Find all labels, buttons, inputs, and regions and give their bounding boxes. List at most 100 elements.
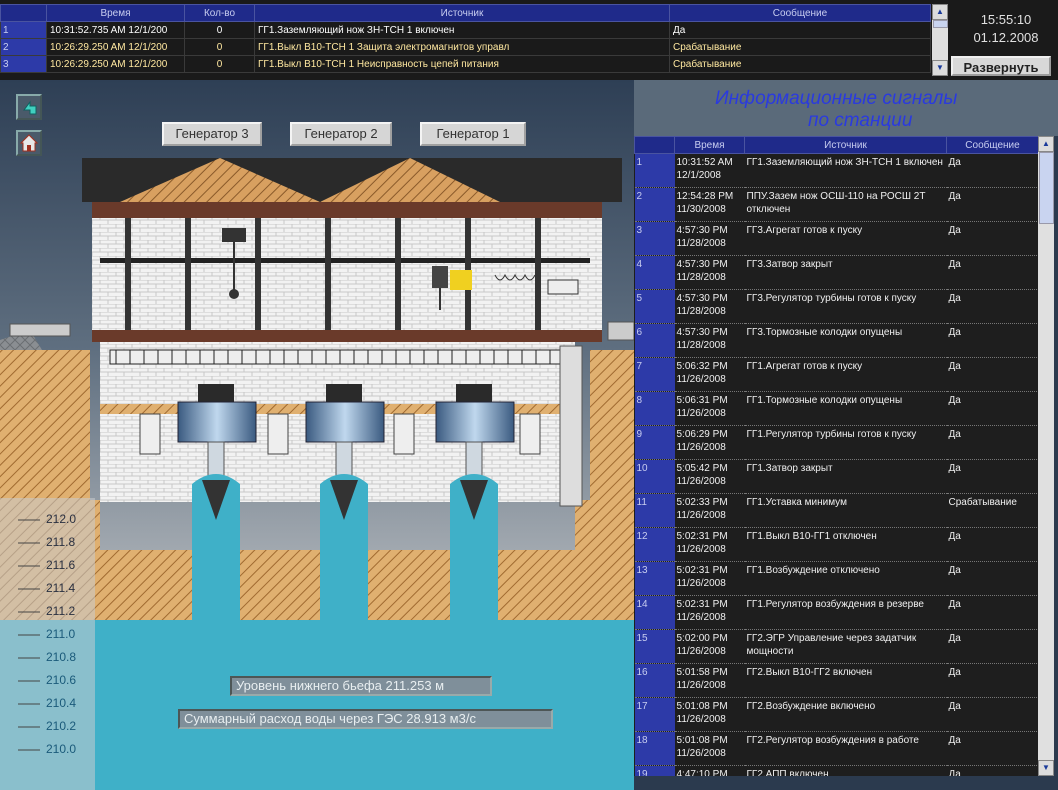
alarm-row-time: 10:26:29.250 AM 12/1/200 xyxy=(46,55,185,73)
info-row[interactable]: 13 5:02:31 PM 11/26/2008 ГГ1.Возбуждение от… xyxy=(634,561,1038,596)
alarm-header-message[interactable]: Сообщение xyxy=(669,4,931,22)
info-row[interactable]: 194:47:10 PM11/26/2008ГГ2.АПП включенДа xyxy=(634,765,1038,776)
back-button[interactable] xyxy=(16,94,42,120)
clock-time: 15:55:10 xyxy=(980,12,1032,27)
alarm-row-message: Срабатывание xyxy=(669,55,931,73)
info-row-time: 4:47:10 PM11/26/2008 xyxy=(674,765,745,776)
alarm-row-count: 0 xyxy=(184,38,255,56)
info-row-time: 12:54:28 PM 11/30/2008 xyxy=(674,187,745,222)
info-row-time-value: 4:47:10 PM xyxy=(676,769,728,776)
info-row[interactable]: 3 4:57:30 PM 11/28/2008 ГГ3.Агрегат готов к… xyxy=(634,221,1038,256)
info-row[interactable]: 10 5:05:42 PM 11/26/2008 ГГ1.Затвор закрыт Д… xyxy=(634,459,1038,494)
info-row[interactable]: 17 5:01:08 PM 11/26/2008 ГГ2.Возбуждение вк… xyxy=(634,697,1038,732)
info-row-date-value: 11/28/2008 xyxy=(676,272,726,283)
info-row-time: 10:31:52 AM 12/1/2008 xyxy=(674,153,745,188)
water-scale-label: 210.4 xyxy=(46,696,77,710)
info-scrollbar[interactable]: ▲ ▼ xyxy=(1038,136,1054,776)
info-row-num: 10 xyxy=(634,459,675,494)
info-row-time: 5:06:31 PM 11/26/2008 xyxy=(674,391,745,426)
info-row-message: Да xyxy=(946,595,1038,630)
info-row-num: 12 xyxy=(634,527,675,562)
total-flow-readout: Суммарный расход воды через ГЭС 28.913 м… xyxy=(178,709,553,729)
water-scale-label: 210.8 xyxy=(46,650,77,664)
alarm-row-message: Срабатывание xyxy=(669,38,931,56)
info-header-source[interactable]: Источник xyxy=(744,136,947,154)
alarm-scrollbar[interactable]: ▲ ▼ xyxy=(932,4,948,76)
water-scale-label: 211.4 xyxy=(46,581,76,595)
info-row-message: Да xyxy=(946,561,1038,596)
info-row-time: 5:02:31 PM 11/26/2008 xyxy=(674,595,745,630)
info-row[interactable]: 1 10:31:52 AM 12/1/2008 ГГ1.Заземляющий нож… xyxy=(634,153,1038,188)
alarm-row[interactable]: 1 10:31:52.735 AM 12/1/200 0 ГГ1.Заземляющи… xyxy=(0,21,931,39)
info-panel-subtitle: по станции xyxy=(808,110,913,131)
alarm-strip: Время Кол-во Источник Сообщение 1 10:31:5… xyxy=(0,0,1058,80)
info-header-message[interactable]: Сообщение xyxy=(946,136,1038,154)
info-row-num: 18 xyxy=(634,731,675,766)
info-row-message: Да xyxy=(946,221,1038,256)
scroll-thumb[interactable] xyxy=(1039,152,1054,224)
info-row-message: Да xyxy=(946,629,1038,664)
water-scale-label: 211.8 xyxy=(46,535,76,549)
info-row-source: ГГ2.Выкл В10-ГГ2 включен xyxy=(744,663,947,698)
clock-date: 01.12.2008 xyxy=(973,30,1039,45)
info-row-message: Да xyxy=(946,357,1038,392)
info-row-num: 5 xyxy=(634,289,675,324)
info-row-time: 5:06:29 PM 11/26/2008 xyxy=(674,425,745,460)
info-row-num: 6 xyxy=(634,323,675,358)
info-row-num: 7 xyxy=(634,357,675,392)
info-row[interactable]: 6 4:57:30 PM 11/28/2008 ГГ3.Тормозные колод… xyxy=(634,323,1038,358)
info-row-message: Да xyxy=(946,187,1038,222)
alarm-header-count[interactable]: Кол-во xyxy=(184,4,255,22)
generator-3-button[interactable]: Генератор 3 xyxy=(162,122,262,146)
info-row-time-value: 4:57:30 PM xyxy=(676,259,728,270)
scroll-thumb[interactable] xyxy=(933,20,948,28)
info-row[interactable]: 9 5:06:29 PM 11/26/2008 ГГ1.Регулятор турби… xyxy=(634,425,1038,460)
info-row-time: 5:02:31 PM 11/26/2008 xyxy=(674,527,745,562)
info-row-time: 5:01:58 PM 11/26/2008 xyxy=(674,663,745,698)
info-row[interactable]: 4 4:57:30 PM 11/28/2008 ГГ3.Затвор закрыт Да xyxy=(634,255,1038,290)
scroll-up-icon[interactable]: ▲ xyxy=(1038,136,1054,152)
info-row[interactable]: 12 5:02:31 PM 11/26/2008 ГГ1.Выкл В10-ГГ1 о… xyxy=(634,527,1038,562)
alarm-row-num: 3 xyxy=(0,55,47,73)
alarm-row[interactable]: 3 10:26:29.250 AM 12/1/200 0 ГГ1.Выкл В10-Т… xyxy=(0,55,931,73)
info-row-time: 5:01:08 PM 11/26/2008 xyxy=(674,731,745,766)
info-row-date-value: 11/26/2008 xyxy=(676,578,726,589)
alarm-header-num xyxy=(0,4,47,22)
alarm-row[interactable]: 2 10:26:29.250 AM 12/1/200 0 ГГ1.Выкл В10-Т… xyxy=(0,38,931,56)
info-row-time-value: 5:02:31 PM xyxy=(676,531,728,542)
info-row-time: 5:02:33 PM 11/26/2008 xyxy=(674,493,745,528)
info-row[interactable]: 15 5:02:00 PM 11/26/2008 ГГ2.ЭГР Управление… xyxy=(634,629,1038,664)
generator-2-button[interactable]: Генератор 2 xyxy=(290,122,392,146)
alarm-header-source[interactable]: Источник xyxy=(254,4,670,22)
info-row-source: ГГ1.Затвор закрыт xyxy=(744,459,947,494)
info-header-time[interactable]: Время xyxy=(674,136,745,154)
info-row[interactable]: 14 5:02:31 PM 11/26/2008 ГГ1.Регулятор возб… xyxy=(634,595,1038,630)
info-row[interactable]: 18 5:01:08 PM 11/26/2008 ГГ2.Регулятор возб… xyxy=(634,731,1038,766)
expand-button[interactable]: Развернуть xyxy=(951,56,1051,76)
info-row[interactable]: 7 5:06:32 PM 11/26/2008 ГГ1.Агрегат готов к… xyxy=(634,357,1038,392)
alarm-header-time[interactable]: Время xyxy=(46,4,185,22)
home-button[interactable] xyxy=(16,130,42,156)
info-row-message: Да xyxy=(946,289,1038,324)
alarm-row-message: Да xyxy=(669,21,931,39)
info-row-time: 5:01:08 PM 11/26/2008 xyxy=(674,697,745,732)
water-scale-label: 211.0 xyxy=(46,627,76,641)
info-row[interactable]: 5 4:57:30 PM 11/28/2008 ГГ3.Регулятор турби… xyxy=(634,289,1038,324)
info-row[interactable]: 2 12:54:28 PM 11/30/2008 ППУ.Зазем нож ОСШ-… xyxy=(634,187,1038,222)
info-row[interactable]: 11 5:02:33 PM 11/26/2008 ГГ1.Уставка миниму… xyxy=(634,493,1038,528)
info-row-source: ГГ3.Затвор закрыт xyxy=(744,255,947,290)
scroll-down-icon[interactable]: ▼ xyxy=(932,60,948,76)
info-row-num: 9 xyxy=(634,425,675,460)
info-row-message: Да xyxy=(946,391,1038,426)
info-row-message: Да xyxy=(946,153,1038,188)
info-row-date-value: 11/26/2008 xyxy=(676,714,726,725)
info-row[interactable]: 8 5:06:31 PM 11/26/2008 ГГ1.Тормозные колод… xyxy=(634,391,1038,426)
generator-1-button[interactable]: Генератор 1 xyxy=(420,122,526,146)
info-row-message: Срабатывание xyxy=(946,493,1038,528)
info-row-time-value: 5:01:08 PM xyxy=(676,735,728,746)
info-row[interactable]: 16 5:01:58 PM 11/26/2008 ГГ2.Выкл В10-ГГ2 в… xyxy=(634,663,1038,698)
alarm-row-num: 2 xyxy=(0,38,47,56)
info-row-time-value: 4:57:30 PM xyxy=(676,327,728,338)
scroll-up-icon[interactable]: ▲ xyxy=(932,4,948,20)
scroll-down-icon[interactable]: ▼ xyxy=(1038,760,1054,776)
